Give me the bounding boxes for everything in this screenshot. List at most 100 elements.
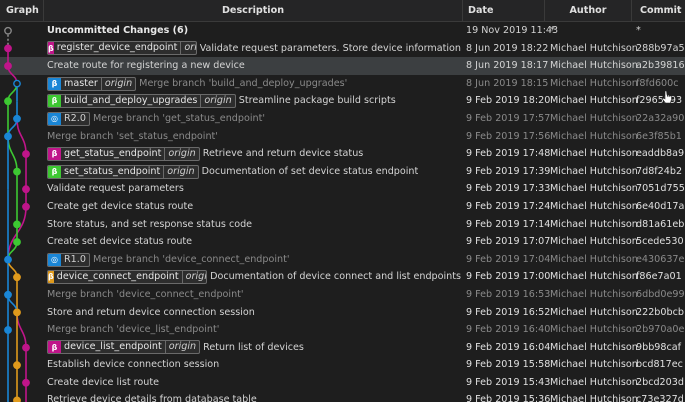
branch-label[interactable]: βregister_device_endpointorigin <box>47 41 197 56</box>
commit-node[interactable] <box>4 290 12 299</box>
branch-label[interactable]: β master origin <box>47 76 137 91</box>
ref-name: device_list_endpoint <box>64 341 162 353</box>
commit-node[interactable] <box>4 26 12 35</box>
commit-row[interactable]: Validate request parameters 9 Feb 2019 17… <box>0 180 685 198</box>
commit-row[interactable]: Merge branch 'device_connect_endpoint' 9 … <box>0 286 685 304</box>
commit-author: Michael Hutchison <box>550 130 638 142</box>
commit-row[interactable]: Store and return device connection sessi… <box>0 304 685 322</box>
commit-author: Michael Hutchison <box>550 376 638 388</box>
commit-row[interactable]: Retrieve device details from database ta… <box>0 391 685 402</box>
commit-author: Michael Hutchison <box>550 394 638 402</box>
commit-row[interactable]: Uncommitted Changes (6) 19 Nov 2019 11:43… <box>0 22 685 40</box>
commit-node[interactable] <box>4 132 12 141</box>
commit-date: 9 Feb 2019 16:53 <box>466 288 551 300</box>
commit-hash: 2bcd203d <box>636 376 684 388</box>
commit-date: 9 Feb 2019 15:43 <box>466 376 551 388</box>
commit-row[interactable]: Merge branch 'device_list_endpoint' 9 Feb… <box>0 321 685 339</box>
commit-message: Streamline package build scripts <box>238 95 396 107</box>
branch-label[interactable]: β get_status_endpoint origin <box>47 146 200 161</box>
commit-node[interactable] <box>13 167 21 176</box>
column-header-author[interactable]: Author <box>545 0 632 21</box>
commit-row[interactable]: Create device list route 9 Feb 2019 15:43… <box>0 374 685 392</box>
commit-row[interactable]: βregister_device_endpointoriginValidate … <box>0 40 685 58</box>
commit-description: Create route for registering a new devic… <box>47 57 245 75</box>
commit-description: ◎ R1.0 Merge branch 'device_connect_endpoi… <box>47 251 290 269</box>
commit-hash: 5cede530 <box>636 236 684 248</box>
commit-author: Michael Hutchison <box>550 218 638 230</box>
commit-node[interactable] <box>4 326 12 334</box>
tag-label[interactable]: ◎ R2.0 <box>47 111 90 126</box>
commit-row[interactable]: Merge branch 'set_status_endpoint' 9 Feb … <box>0 128 685 146</box>
tag-label[interactable]: ◎ R1.0 <box>47 252 90 267</box>
branch-label[interactable]: βdevice_connect_endpointorigin <box>47 270 208 285</box>
commit-row[interactable]: β device_list_endpoint origin Return list o… <box>0 339 685 357</box>
commit-description: β build_and_deploy_upgrades origin Streamli… <box>47 92 396 110</box>
commit-row[interactable]: β set_status_endpoint origin Documentation … <box>0 163 685 181</box>
table-header: Graph Description Date Author Commit <box>0 0 685 22</box>
commit-node[interactable] <box>13 273 21 282</box>
commit-hash: 6e3f85b1 <box>636 130 682 142</box>
column-header-description[interactable]: Description <box>44 0 463 21</box>
commit-node[interactable] <box>13 220 21 229</box>
commit-row[interactable]: ◎ R1.0 Merge branch 'device_connect_endpoi… <box>0 251 685 269</box>
commit-description: Validate request parameters <box>47 180 184 198</box>
commit-hash: 6dbd0e99 <box>636 288 685 300</box>
commit-date: 9 Feb 2019 15:58 <box>466 359 551 371</box>
commit-row[interactable]: Store status, and set response status co… <box>0 216 685 234</box>
commit-node[interactable] <box>22 185 30 194</box>
commit-date: 9 Feb 2019 17:07 <box>466 236 551 248</box>
commit-date: 9 Feb 2019 16:04 <box>466 341 551 353</box>
branch-label[interactable]: β build_and_deploy_upgrades origin <box>47 94 236 109</box>
ref-name: register_device_endpoint <box>56 42 178 54</box>
commit-row[interactable]: β build_and_deploy_upgrades origin Streamli… <box>0 92 685 110</box>
commit-hash: 7d8f24b2 <box>636 165 683 177</box>
commit-node[interactable] <box>13 79 21 88</box>
commit-row[interactable]: Create route for registering a new devic… <box>0 57 685 75</box>
commit-node[interactable] <box>22 343 30 352</box>
branch-label[interactable]: β device_list_endpoint origin <box>47 340 201 355</box>
commit-node[interactable] <box>4 62 12 70</box>
commit-row[interactable]: ◎ R2.0 Merge branch 'get_status_endpoint' 9… <box>0 110 685 128</box>
commit-row[interactable]: Create get device status route 9 Feb 2019… <box>0 198 685 216</box>
commit-node[interactable] <box>4 44 12 53</box>
commit-date: 9 Feb 2019 17:04 <box>466 253 551 265</box>
commit-node[interactable] <box>22 150 30 158</box>
commit-message: Create route for registering a new devic… <box>47 60 245 72</box>
commit-node[interactable] <box>13 308 21 317</box>
commit-table: Uncommitted Changes (6) 19 Nov 2019 11:43… <box>0 22 685 402</box>
ref-name: R2.0 <box>64 112 86 124</box>
commit-node[interactable] <box>22 378 30 387</box>
commit-node[interactable] <box>4 255 12 264</box>
commit-description: Merge branch 'device_connect_endpoint' <box>47 286 244 304</box>
column-header-commit[interactable]: Commit <box>632 0 685 21</box>
branch-label[interactable]: β set_status_endpoint origin <box>47 164 199 179</box>
commit-message: Merge branch 'set_status_endpoint' <box>47 130 218 142</box>
commit-author: Michael Hutchison <box>550 77 638 89</box>
commit-date: 9 Feb 2019 16:52 <box>466 306 551 318</box>
commit-node[interactable] <box>13 114 21 123</box>
commit-author: Michael Hutchison <box>550 253 638 265</box>
commit-description: β set_status_endpoint origin Documentation … <box>47 163 418 181</box>
commit-row[interactable]: β get_status_endpoint origin Retrieve and r… <box>0 145 685 163</box>
commit-author: * <box>550 25 555 36</box>
commit-date: 9 Feb 2019 18:20 <box>466 95 551 107</box>
commit-row[interactable]: Create set device status route 9 Feb 2019… <box>0 233 685 251</box>
commit-hash: c73e327d <box>636 394 684 402</box>
column-header-date[interactable]: Date <box>463 0 545 21</box>
branch-icon: β <box>48 77 61 90</box>
commit-node[interactable] <box>13 238 21 246</box>
column-header-graph[interactable]: Graph <box>0 0 44 21</box>
commit-hash: f2965593 <box>636 95 683 107</box>
commit-row[interactable]: Establish device connection session 9 Feb… <box>0 356 685 374</box>
commit-message: Merge branch 'device_list_endpoint' <box>47 324 220 336</box>
ref-name: R1.0 <box>64 253 86 265</box>
commit-description: Establish device connection session <box>47 356 219 374</box>
commit-node[interactable] <box>13 396 21 402</box>
commit-node[interactable] <box>22 202 30 211</box>
commit-row[interactable]: β master origin Merge branch 'build_and_dep… <box>0 75 685 93</box>
commit-hash: 288b97a5 <box>636 42 685 54</box>
commit-row[interactable]: βdevice_connect_endpointoriginDocumentat… <box>0 268 685 286</box>
commit-node[interactable] <box>4 97 12 106</box>
commit-message: Documentation of set device status endpo… <box>201 165 419 177</box>
commit-node[interactable] <box>13 361 21 370</box>
